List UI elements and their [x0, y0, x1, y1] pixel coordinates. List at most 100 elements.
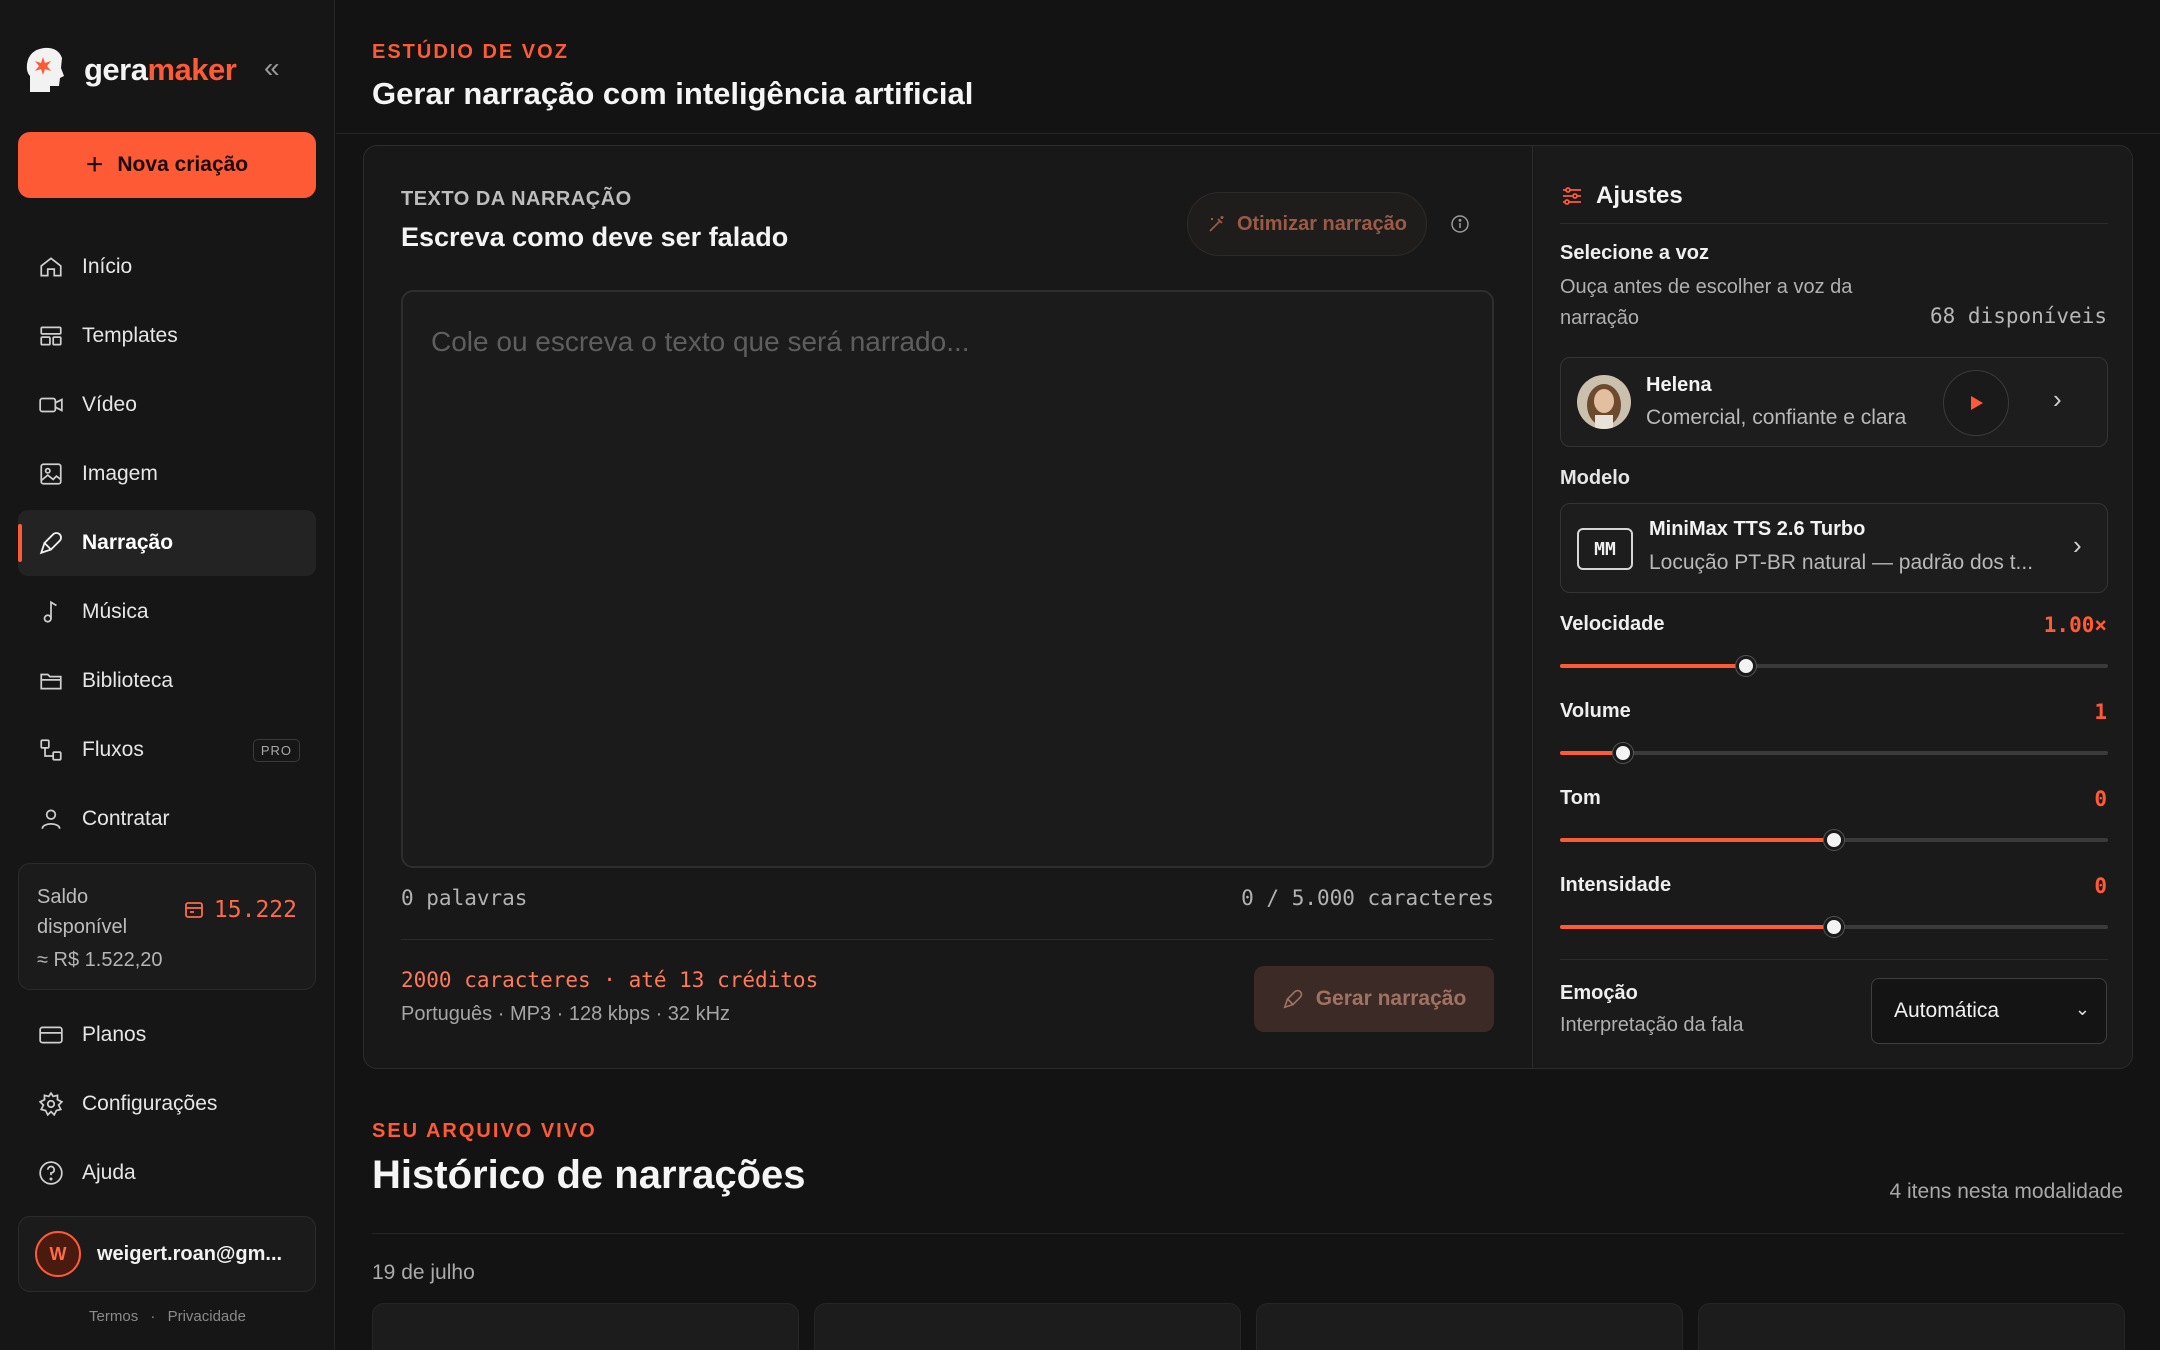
sidebar-item-planos[interactable]: Planos: [18, 1002, 316, 1068]
sidebar-item-label: Início: [82, 255, 133, 278]
templates-icon: [40, 326, 62, 346]
double-chevron-left-icon[interactable]: «: [264, 54, 280, 82]
image-icon: [40, 463, 62, 485]
emotion-select[interactable]: Automática ⌄: [1871, 978, 2107, 1044]
page-eyebrow: ESTÚDIO DE VOZ: [372, 41, 569, 63]
editor-section-title: Escreva como deve ser falado: [401, 222, 789, 252]
user-icon: [41, 809, 61, 830]
sidebar-item-templates[interactable]: Templates: [18, 303, 316, 369]
settings-title: Ajustes: [1596, 182, 1683, 209]
sidebar-item-contratar[interactable]: Contratar: [18, 786, 316, 852]
sidebar-item-label: Ajuda: [82, 1161, 136, 1184]
history-eyebrow: SEU ARQUIVO VIVO: [372, 1120, 597, 1142]
history-card[interactable]: [1698, 1303, 2125, 1350]
speed-value: 1.00×: [2043, 613, 2107, 637]
sidebar-item-video[interactable]: Vídeo: [18, 372, 316, 438]
balance-card: Saldo disponível 15.222 ≈ R$ 1.522,20: [18, 863, 316, 990]
magic-wand-icon: [1209, 216, 1224, 232]
user-card[interactable]: W weigert.roan@gm...: [18, 1216, 316, 1292]
emotion-title: Emoção: [1560, 982, 1638, 1004]
voice-avatar: [1577, 375, 1631, 429]
play-voice-button[interactable]: [1943, 370, 2009, 436]
history-card[interactable]: [814, 1303, 1241, 1350]
logo-icon: [26, 47, 64, 92]
voice-count: 68 disponíveis: [1929, 304, 2107, 328]
sidebar-item-label: Música: [82, 600, 149, 623]
sidebar-item-ajuda[interactable]: Ajuda: [18, 1140, 316, 1206]
sidebar: geramaker « + Nova criação Início Templa…: [0, 0, 335, 1350]
sidebar-item-configuracoes[interactable]: Configurações: [18, 1071, 316, 1137]
sidebar-item-biblioteca[interactable]: Biblioteca: [18, 648, 316, 714]
sidebar-item-fluxos[interactable]: Fluxos PRO: [18, 717, 316, 783]
settings-divider: [1560, 223, 2108, 224]
info-icon[interactable]: [1449, 213, 1471, 235]
voice-title: Selecione a voz: [1560, 242, 1709, 264]
narration-placeholder: Cole ou escreva o texto que será narrado…: [431, 326, 970, 357]
voice-subtitle: Comercial, confiante e clara: [1646, 406, 1907, 429]
char-count: 0 / 5.000 caracteres: [1241, 886, 1494, 910]
slider-thumb[interactable]: [1824, 830, 1844, 850]
slider-thumb[interactable]: [1824, 917, 1844, 937]
sidebar-item-label: Configurações: [82, 1092, 218, 1115]
play-icon: [1971, 396, 1983, 410]
balance-credits-value: 15.222: [213, 897, 297, 923]
sidebar-item-inicio[interactable]: Início: [18, 234, 316, 300]
sidebar-item-musica[interactable]: Música: [18, 579, 316, 645]
intensity-value: 0: [2094, 874, 2107, 898]
new-creation-button[interactable]: + Nova criação: [18, 132, 316, 198]
voice-description: Ouça antes de escolher a voz da narração: [1560, 276, 1853, 329]
speed-slider[interactable]: [1560, 656, 2108, 676]
video-icon: [39, 397, 63, 413]
balance-label: Saldo disponível: [37, 886, 128, 938]
pitch-value: 0: [2094, 787, 2107, 811]
home-icon: [40, 257, 62, 277]
terms-link[interactable]: Termos: [89, 1308, 138, 1325]
voice-selector[interactable]: Helena Comercial, confiante e clara ›: [1560, 357, 2108, 447]
flows-icon: [40, 739, 62, 761]
generate-narration-button[interactable]: Gerar narração: [1254, 966, 1494, 1032]
model-selector[interactable]: MM MiniMax TTS 2.6 Turbo Locução PT-BR n…: [1560, 503, 2108, 593]
history-count: 4 itens nesta modalidade: [1889, 1180, 2124, 1203]
card-icon: [39, 1026, 63, 1044]
optimize-button[interactable]: Otimizar narração: [1187, 192, 1427, 256]
footer-links: Termos · Privacidade: [0, 1308, 335, 1325]
sidebar-item-narracao[interactable]: Narração: [18, 510, 316, 576]
slider-fill: [1560, 838, 1834, 842]
emotion-selected: Automática: [1894, 999, 2000, 1022]
history-card[interactable]: [1256, 1303, 1683, 1350]
header-divider: [336, 133, 2160, 134]
narration-studio-card: TEXTO DA NARRAÇÃO Escreva como deve ser …: [363, 145, 2133, 1069]
slider-thumb[interactable]: [1736, 656, 1757, 676]
model-title: Modelo: [1560, 467, 1630, 489]
volume-label: Volume: [1560, 700, 1631, 722]
history-card[interactable]: [372, 1303, 799, 1350]
slider-fill: [1560, 925, 1834, 929]
volume-slider[interactable]: [1560, 743, 2108, 763]
help-icon: [39, 1161, 63, 1185]
microphone-icon: [1283, 989, 1302, 1009]
chevron-right-icon[interactable]: ›: [2053, 384, 2062, 415]
sidebar-item-imagem[interactable]: Imagem: [18, 441, 316, 507]
cost-estimate: 2000 caracteres · até 13 créditos: [401, 968, 819, 992]
pro-badge: PRO: [252, 738, 300, 762]
pitch-slider[interactable]: [1560, 830, 2108, 850]
settings-header: Ajustes: [1560, 182, 1683, 210]
sidebar-item-label: Contratar: [82, 807, 170, 830]
sidebar-item-label: Imagem: [82, 462, 158, 485]
music-icon: [43, 600, 57, 623]
chevron-right-icon[interactable]: ›: [2073, 530, 2082, 561]
privacy-link[interactable]: Privacidade: [168, 1308, 246, 1325]
slider-thumb[interactable]: [1613, 743, 1634, 763]
volume-value: 1: [2094, 700, 2107, 724]
chevron-down-icon: ⌄: [2074, 999, 2090, 1019]
microphone-icon: [39, 532, 62, 555]
intensity-slider[interactable]: [1560, 917, 2108, 937]
balance-credits: 15.222: [184, 897, 297, 923]
sliders-icon: [1563, 187, 1581, 205]
user-email: weigert.roan@gm...: [97, 1242, 283, 1265]
emotion-divider: [1560, 959, 2108, 960]
history-date: 19 de julho: [372, 1261, 475, 1284]
narration-text-input[interactable]: Cole ou escreva o texto que será narrado…: [401, 290, 1494, 868]
logo[interactable]: geramaker: [24, 46, 237, 94]
optimize-button-label: Otimizar narração: [1236, 212, 1408, 235]
